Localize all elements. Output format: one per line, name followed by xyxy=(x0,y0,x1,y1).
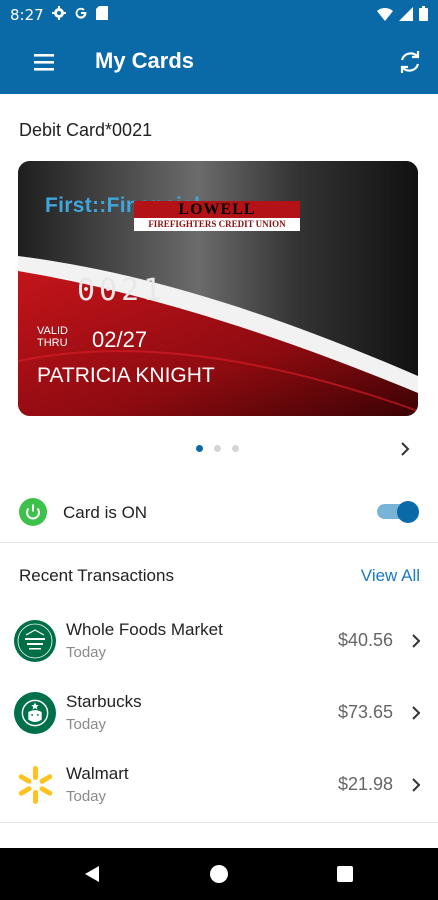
refresh-icon[interactable] xyxy=(396,48,424,76)
chevron-right-icon[interactable] xyxy=(396,440,414,458)
merchant-name: Walmart xyxy=(66,764,129,783)
power-icon xyxy=(19,498,47,526)
pager-dot-1[interactable] xyxy=(196,445,203,452)
cardholder-name: PATRICIA KNIGHT xyxy=(37,364,215,387)
merchant-name: Whole Foods Market xyxy=(66,620,223,639)
recent-transactions-title: Recent Transactions xyxy=(19,566,174,585)
chevron-right-icon xyxy=(412,706,421,720)
system-nav-bar xyxy=(0,848,438,900)
transaction-date: Today xyxy=(66,716,107,733)
pager-dot-2[interactable] xyxy=(214,445,221,452)
valid-thru-label: VALID THRU xyxy=(37,325,68,349)
banner-bottom: FIREFIGHTERS CREDIT UNION xyxy=(134,218,300,231)
view-all-link[interactable]: View All xyxy=(361,566,420,586)
starbucks-logo xyxy=(14,692,56,734)
status-right-icons xyxy=(377,6,428,21)
signal-icon xyxy=(399,6,413,21)
divider xyxy=(0,822,438,823)
card-status-label: Card is ON xyxy=(63,503,148,522)
back-icon[interactable] xyxy=(82,864,102,884)
status-left-icons xyxy=(52,6,108,20)
google-icon xyxy=(75,7,87,19)
pager-dot-3[interactable] xyxy=(232,445,239,452)
debit-card[interactable]: First::Financial LOWELL FIREFIGHTERS CRE… xyxy=(18,161,418,416)
walmart-logo xyxy=(18,766,53,804)
status-bar: 8:27 xyxy=(0,0,438,30)
valid-label-line1: VALID xyxy=(37,325,68,337)
whole-foods-logo xyxy=(14,620,56,662)
sim-card-icon xyxy=(96,6,108,20)
transaction-amount: $21.98 xyxy=(337,774,393,794)
hamburger-menu-icon[interactable] xyxy=(30,50,58,74)
card-on-toggle[interactable] xyxy=(377,501,421,523)
transaction-row-whole-foods[interactable]: Whole Foods Market Today $40.56 xyxy=(0,610,438,682)
merchant-name: Starbucks xyxy=(66,692,142,711)
banner-top: LOWELL xyxy=(134,201,300,218)
transaction-date: Today xyxy=(66,788,107,805)
battery-icon xyxy=(419,6,428,21)
app-bar: My Cards xyxy=(0,30,438,94)
transaction-date: Today xyxy=(66,644,107,661)
home-icon[interactable] xyxy=(210,865,228,883)
transaction-amount: $40.56 xyxy=(337,630,393,650)
toggle-knob xyxy=(397,501,419,523)
card-banner: LOWELL FIREFIGHTERS CREDIT UNION xyxy=(134,201,300,231)
gear-icon xyxy=(52,6,66,20)
divider xyxy=(0,542,438,543)
chevron-right-icon xyxy=(412,634,421,648)
status-time: 8:27 xyxy=(10,6,44,24)
card-number: 0021 xyxy=(77,273,166,308)
transaction-amount: $73.65 xyxy=(337,702,393,722)
page-title: My Cards xyxy=(95,48,195,73)
card-expiry: 02/27 xyxy=(92,327,148,352)
card-pager xyxy=(196,445,239,452)
recents-icon[interactable] xyxy=(337,866,353,882)
card-title: Debit Card*0021 xyxy=(19,120,153,140)
transaction-row-starbucks[interactable]: Starbucks Today $73.65 xyxy=(0,682,438,754)
wifi-icon xyxy=(377,7,393,21)
chevron-right-icon xyxy=(412,778,421,792)
transaction-row-walmart[interactable]: Walmart Today $21.98 xyxy=(0,754,438,826)
valid-label-line2: THRU xyxy=(37,337,68,349)
